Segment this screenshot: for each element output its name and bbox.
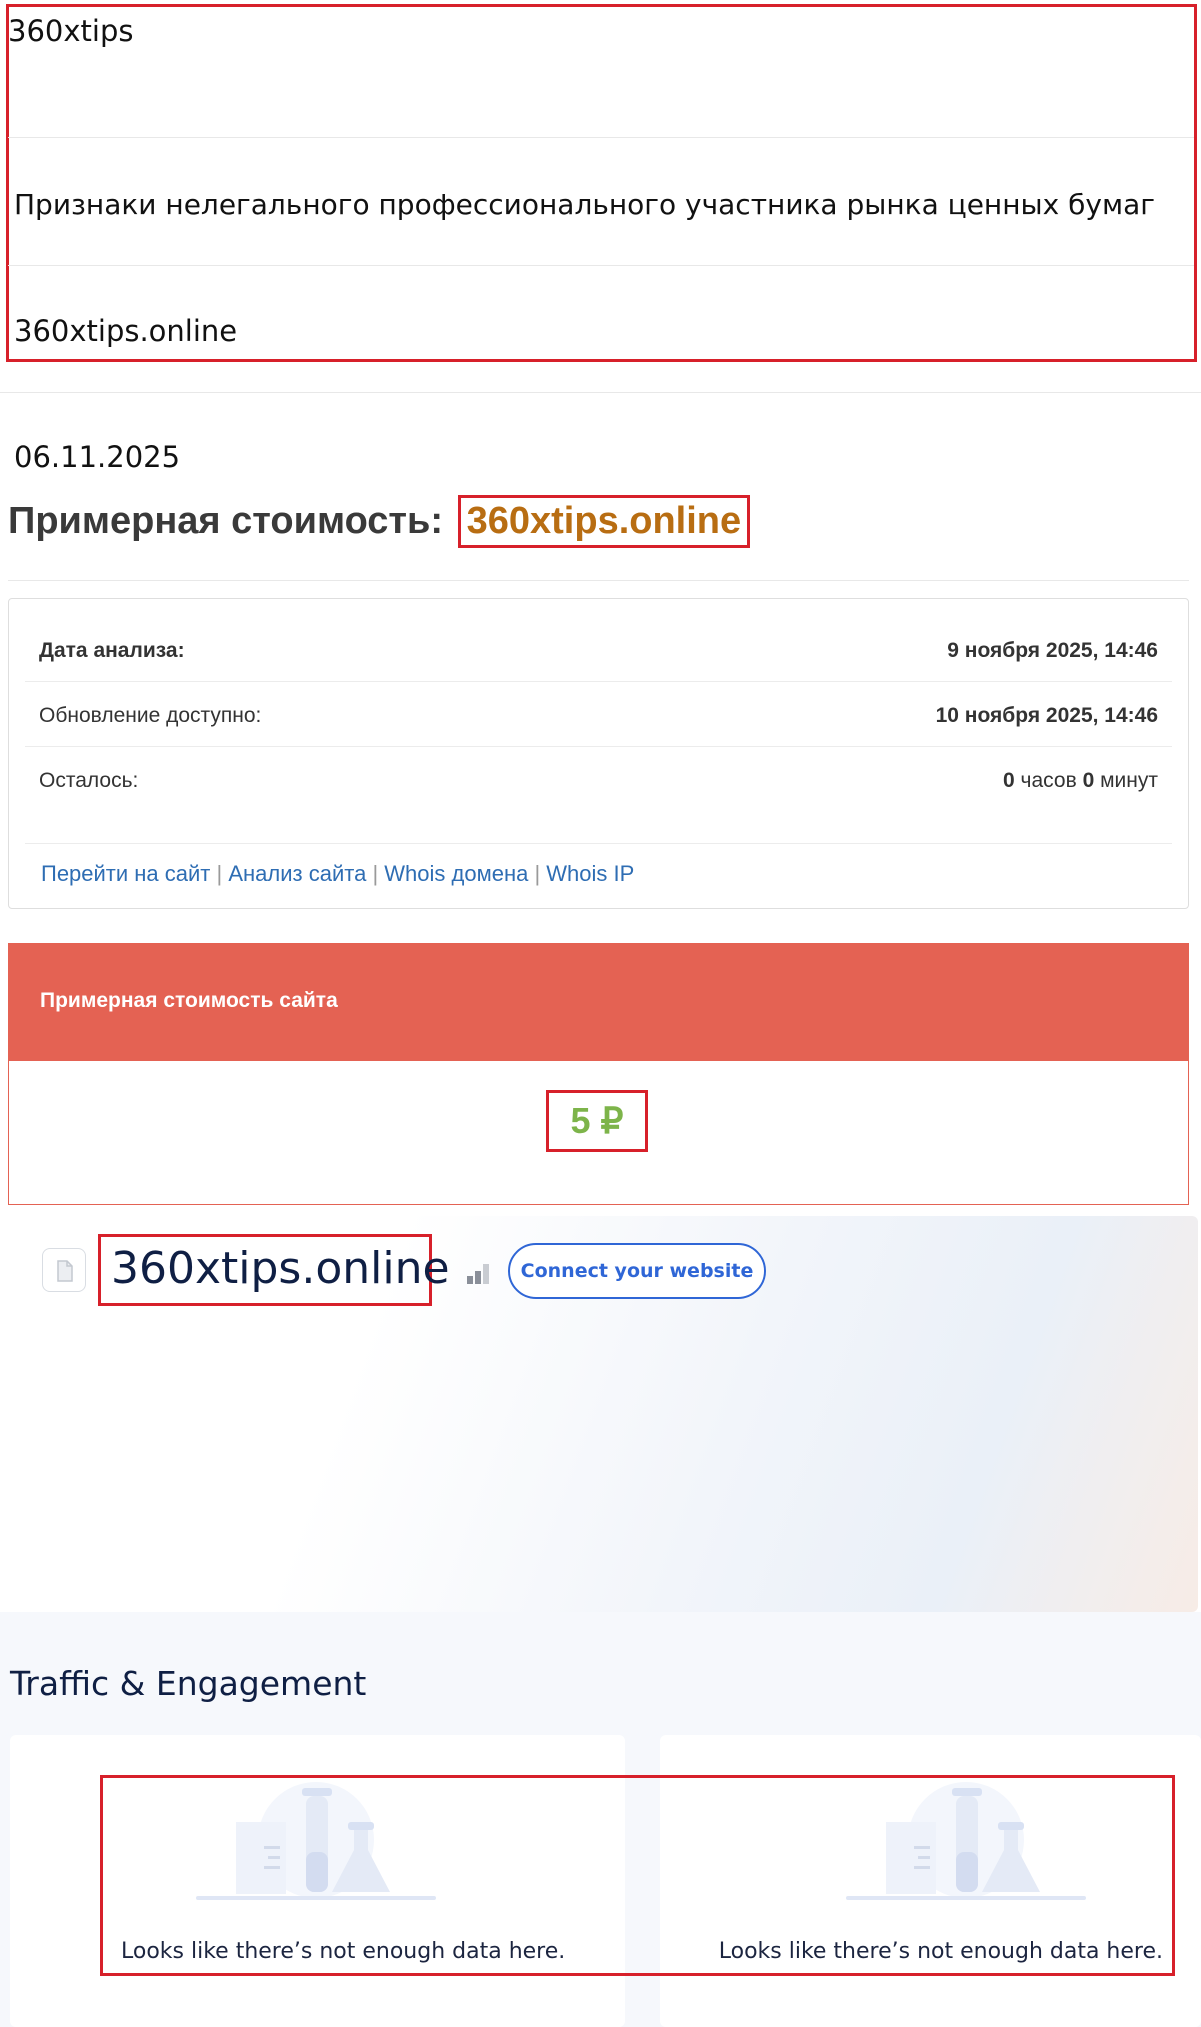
- link-site-analysis[interactable]: Анализ сайта: [228, 861, 366, 886]
- remaining-hours: 0: [1003, 769, 1015, 792]
- cost-panel-title: Примерная стоимость сайта: [40, 989, 338, 1012]
- report-date: 06.11.2025: [14, 440, 181, 474]
- top-divider: [8, 265, 1194, 266]
- info-row-update-available: Обновление доступно: 10 ноября 2025, 14:…: [25, 682, 1172, 747]
- minutes-unit: минут: [1094, 769, 1158, 792]
- info-label: Дата анализа:: [39, 639, 185, 662]
- info-value: 10 ноября 2025, 14:46: [935, 704, 1158, 727]
- top-divider: [8, 137, 1194, 138]
- signal-bars-icon: [466, 1262, 492, 1289]
- estimated-price: 5 ₽: [546, 1090, 648, 1152]
- title-domain: 360xtips.online: [457, 495, 751, 548]
- info-label: Обновление доступно:: [39, 704, 262, 727]
- traffic-section-title: Traffic & Engagement: [10, 1664, 367, 1703]
- info-label: Осталось:: [39, 769, 139, 792]
- site-domain-title: 360xtips.online: [98, 1234, 450, 1306]
- link-go-to-site[interactable]: Перейти на сайт: [41, 861, 210, 886]
- top-headline: Признаки нелегального профессионального …: [14, 188, 1155, 221]
- top-site-name: 360xtips: [8, 14, 134, 48]
- link-whois-domain[interactable]: Whois домена: [384, 861, 528, 886]
- site-links: Перейти на сайт | Анализ сайта | Whois д…: [41, 861, 635, 886]
- document-icon: [42, 1248, 86, 1292]
- remaining-minutes: 0: [1082, 769, 1095, 792]
- top-highlight-box: [6, 4, 1197, 362]
- info-row-remaining: Осталось: 0 часов 0 минут: [25, 747, 1172, 844]
- connect-website-button[interactable]: Connect your website: [508, 1243, 766, 1299]
- title-prefix: Примерная стоимость:: [8, 500, 454, 542]
- title-divider: [8, 580, 1189, 581]
- hours-unit: часов: [1014, 769, 1083, 792]
- cost-panel-header: Примерная стоимость сайта: [8, 943, 1189, 1061]
- empty-data-highlight-box: [100, 1775, 1175, 1976]
- remaining-value: 0 часов 0 минут: [1003, 769, 1158, 793]
- info-value: 9 ноября 2025, 14:46: [947, 639, 1158, 662]
- analysis-info-card: Дата анализа: 9 ноября 2025, 14:46 Обнов…: [8, 598, 1189, 909]
- section-divider: [0, 392, 1201, 393]
- top-domain: 360xtips.online: [14, 314, 238, 348]
- info-row-analysis-date: Дата анализа: 9 ноября 2025, 14:46: [25, 617, 1172, 682]
- link-whois-ip[interactable]: Whois IP: [546, 861, 634, 886]
- page-title: Примерная стоимость: 360xtips.online: [8, 495, 751, 548]
